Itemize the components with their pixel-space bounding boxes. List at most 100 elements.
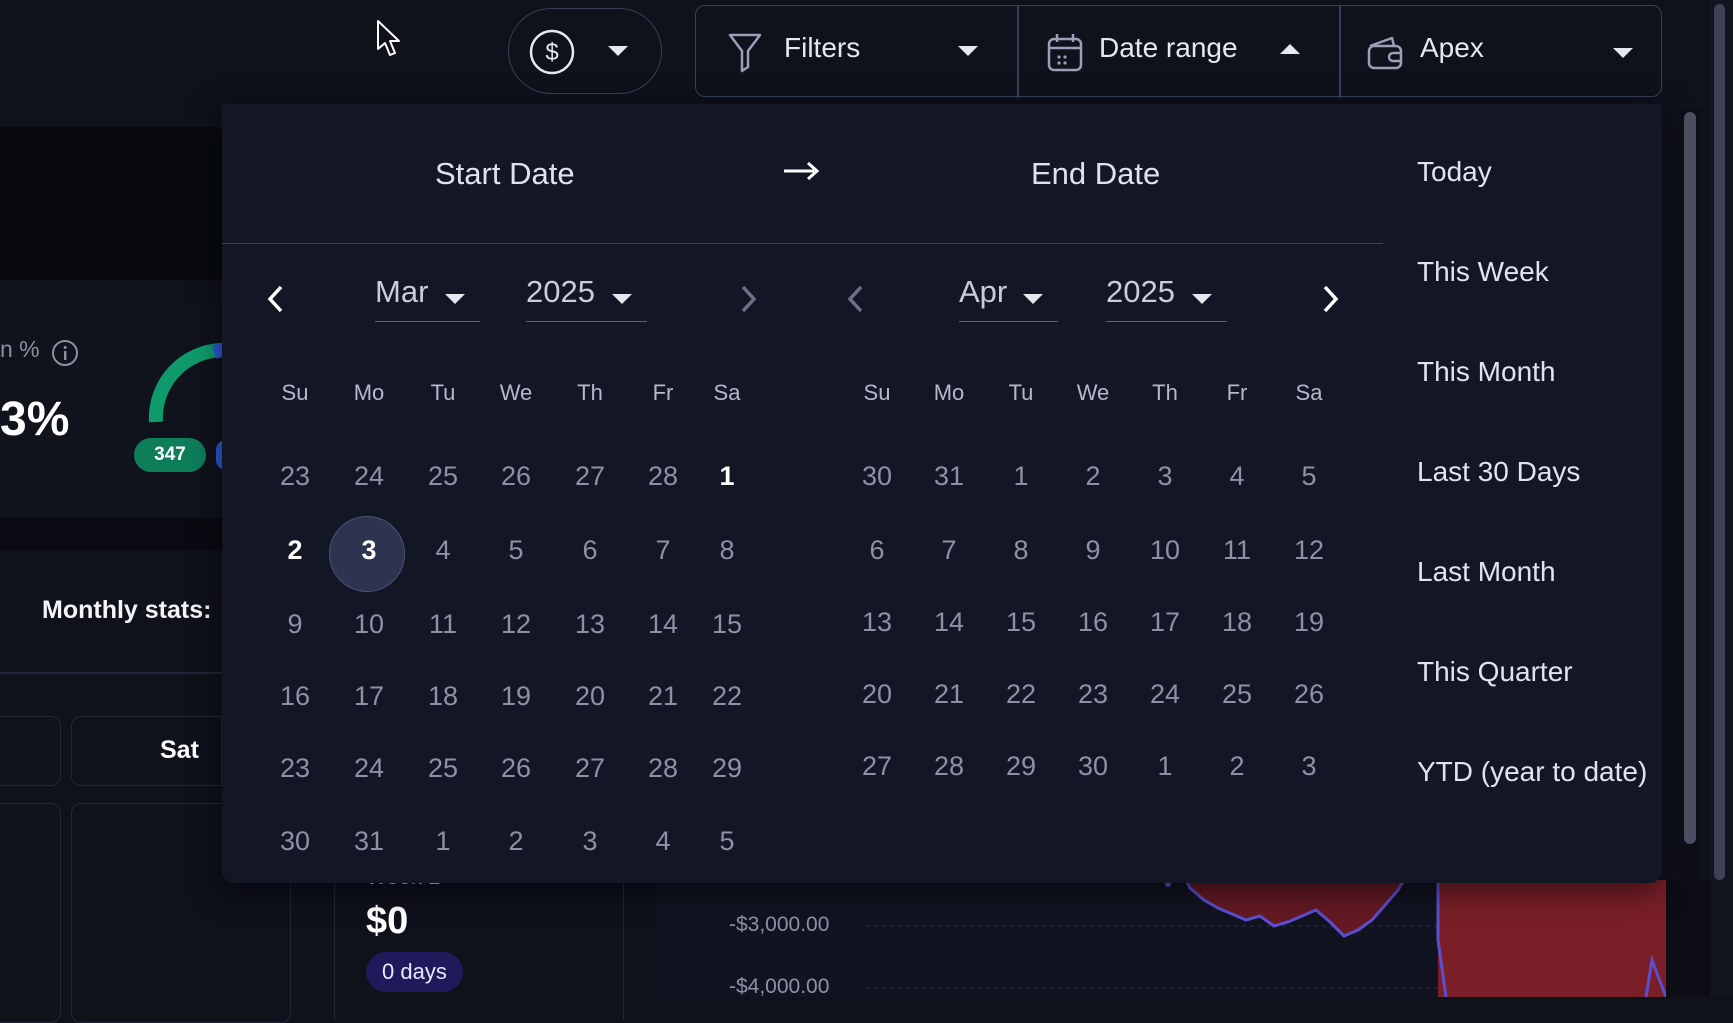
calendar-day[interactable]: 3: [560, 826, 620, 857]
calendar-day[interactable]: 10: [339, 609, 399, 640]
calendar-day[interactable]: 12: [1279, 535, 1339, 566]
calendar-day[interactable]: 2: [1063, 461, 1123, 492]
calendar-day[interactable]: 2: [1207, 751, 1267, 782]
calendar-day[interactable]: 15: [697, 609, 757, 640]
prev-month-button-right[interactable]: [844, 284, 868, 314]
calendar-day[interactable]: 1: [697, 461, 757, 492]
calendar-day[interactable]: 9: [1063, 535, 1123, 566]
calendar-day[interactable]: 11: [1207, 535, 1267, 566]
calendar-day[interactable]: 11: [413, 609, 473, 640]
calendar-day[interactable]: 29: [697, 753, 757, 784]
calendar-day[interactable]: 6: [560, 535, 620, 566]
calendar-day[interactable]: 7: [919, 535, 979, 566]
calendar-day[interactable]: 26: [486, 753, 546, 784]
calendar-day[interactable]: 9: [265, 609, 325, 640]
calendar-day[interactable]: 1: [1135, 751, 1195, 782]
calendar-day[interactable]: 26: [1279, 679, 1339, 710]
year-select-right[interactable]: 2025: [1106, 274, 1227, 322]
calendar-day[interactable]: 14: [919, 607, 979, 638]
calendar-day[interactable]: 2: [486, 826, 546, 857]
calendar-day[interactable]: 29: [991, 751, 1051, 782]
calendar-day[interactable]: 12: [486, 609, 546, 640]
preset-this-month[interactable]: This Month: [1417, 356, 1556, 388]
calendar-day[interactable]: 16: [265, 681, 325, 712]
preset-last-30-days[interactable]: Last 30 Days: [1417, 456, 1580, 488]
calendar-day[interactable]: 23: [1063, 679, 1123, 710]
end-date-input[interactable]: End Date: [1031, 156, 1160, 192]
calendar-day[interactable]: 23: [265, 461, 325, 492]
next-month-button[interactable]: [1318, 284, 1342, 314]
info-icon[interactable]: [50, 338, 80, 368]
calendar-day[interactable]: 22: [991, 679, 1051, 710]
calendar-day[interactable]: 24: [339, 461, 399, 492]
year-select-left[interactable]: 2025: [526, 274, 647, 322]
calendar-day[interactable]: 24: [1135, 679, 1195, 710]
calendar-day[interactable]: 7: [633, 535, 693, 566]
calendar-day[interactable]: 5: [697, 826, 757, 857]
date-range-dropdown[interactable]: Date range: [1018, 6, 1338, 96]
prev-month-button[interactable]: [264, 284, 288, 314]
calendar-day[interactable]: 10: [1135, 535, 1195, 566]
calendar-day[interactable]: 31: [919, 461, 979, 492]
calendar-day[interactable]: 19: [486, 681, 546, 712]
calendar-day[interactable]: 21: [633, 681, 693, 712]
calendar-day[interactable]: 27: [560, 461, 620, 492]
calendar-day[interactable]: 1: [413, 826, 473, 857]
calendar-day[interactable]: 25: [413, 461, 473, 492]
calendar-day[interactable]: 5: [486, 535, 546, 566]
calendar-day[interactable]: 1: [991, 461, 1051, 492]
presets-scrollbar-thumb[interactable]: [1684, 112, 1696, 844]
calendar-day[interactable]: 30: [847, 461, 907, 492]
calendar-day[interactable]: 21: [919, 679, 979, 710]
calendar-day[interactable]: 20: [560, 681, 620, 712]
calendar-day[interactable]: 2: [265, 535, 325, 566]
calendar-day[interactable]: 22: [697, 681, 757, 712]
calendar-day[interactable]: 16: [1063, 607, 1123, 638]
preset-this-quarter[interactable]: This Quarter: [1417, 656, 1573, 688]
calendar-day[interactable]: 4: [413, 535, 473, 566]
calendar-day[interactable]: 25: [413, 753, 473, 784]
calendar-day[interactable]: 30: [265, 826, 325, 857]
calendar-day[interactable]: 14: [633, 609, 693, 640]
calendar-day[interactable]: 27: [847, 751, 907, 782]
month-select-right[interactable]: Apr: [959, 274, 1058, 322]
month-select-left[interactable]: Mar: [375, 274, 480, 322]
calendar-day[interactable]: 5: [1279, 461, 1339, 492]
calendar-day[interactable]: 3: [1279, 751, 1339, 782]
page-scrollbar-thumb[interactable]: [1714, 4, 1725, 880]
calendar-day[interactable]: 31: [339, 826, 399, 857]
calendar-day[interactable]: 25: [1207, 679, 1267, 710]
calendar-day[interactable]: 13: [560, 609, 620, 640]
calendar-day[interactable]: 6: [847, 535, 907, 566]
start-date-input[interactable]: Start Date: [435, 156, 575, 192]
account-dropdown[interactable]: Apex: [1340, 6, 1661, 96]
calendar-day[interactable]: 28: [919, 751, 979, 782]
calendar-day[interactable]: 24: [339, 753, 399, 784]
preset-ytd[interactable]: YTD (year to date): [1417, 756, 1647, 788]
calendar-day[interactable]: 28: [633, 753, 693, 784]
calendar-day[interactable]: 4: [1207, 461, 1267, 492]
calendar-day[interactable]: 18: [413, 681, 473, 712]
preset-today[interactable]: Today: [1417, 156, 1492, 188]
preset-last-month[interactable]: Last Month: [1417, 556, 1556, 588]
calendar-day[interactable]: 4: [633, 826, 693, 857]
calendar-day[interactable]: 13: [847, 607, 907, 638]
calendar-day[interactable]: 26: [486, 461, 546, 492]
calendar-day[interactable]: 19: [1279, 607, 1339, 638]
filters-dropdown[interactable]: Filters: [696, 6, 1016, 96]
calendar-day[interactable]: 17: [339, 681, 399, 712]
calendar-day[interactable]: 3: [1135, 461, 1195, 492]
calendar-day[interactable]: 23: [265, 753, 325, 784]
calendar-day[interactable]: 27: [560, 753, 620, 784]
calendar-day[interactable]: 3: [339, 535, 399, 566]
next-month-button-left[interactable]: [736, 284, 760, 314]
calendar-day[interactable]: 8: [697, 535, 757, 566]
calendar-day[interactable]: 17: [1135, 607, 1195, 638]
calendar-day[interactable]: 28: [633, 461, 693, 492]
calendar-day[interactable]: 15: [991, 607, 1051, 638]
preset-this-week[interactable]: This Week: [1417, 256, 1549, 288]
calendar-day[interactable]: 18: [1207, 607, 1267, 638]
calendar-day[interactable]: 20: [847, 679, 907, 710]
calendar-day[interactable]: 8: [991, 535, 1051, 566]
calendar-day[interactable]: 30: [1063, 751, 1123, 782]
